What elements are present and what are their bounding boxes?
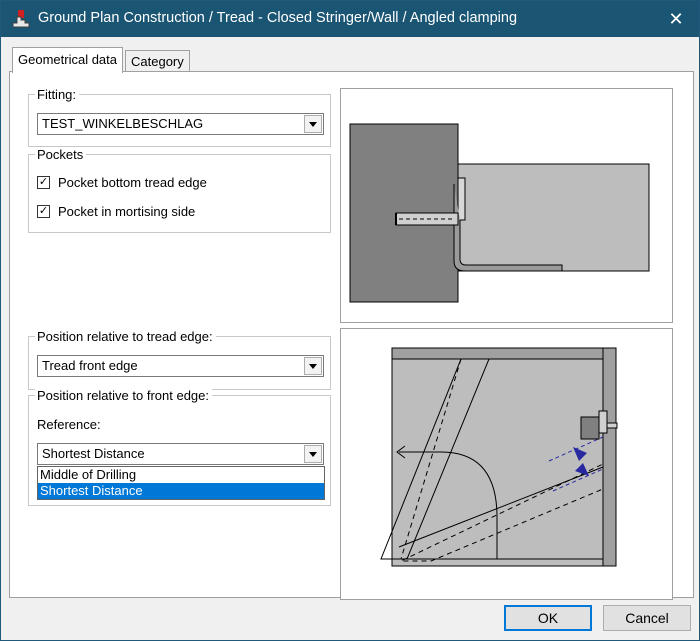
dialog-window: Ground Plan Construction / Tread - Close…: [0, 0, 700, 641]
tread-edge-value: Tread front edge: [42, 358, 138, 373]
tread-edge-dropdown-button[interactable]: [304, 357, 322, 375]
pockets-group-label: Pockets: [35, 147, 87, 162]
stair-app-icon: [11, 9, 31, 29]
window-title: Ground Plan Construction / Tread - Close…: [38, 10, 518, 26]
tread-section-drawing: [349, 123, 650, 303]
reference-dropdown-button[interactable]: [304, 445, 322, 463]
cancel-button[interactable]: Cancel: [603, 605, 691, 631]
plan-view-preview: [340, 328, 673, 600]
chevron-down-icon: [309, 121, 317, 127]
fitting-group-label: Fitting:: [35, 87, 80, 102]
title-bar: Ground Plan Construction / Tread - Close…: [1, 1, 699, 37]
checkmark-icon: ✓: [38, 176, 49, 188]
tread-section-preview: [340, 88, 673, 323]
reference-select[interactable]: Shortest Distance: [37, 443, 324, 465]
pocket-bottom-label: Pocket bottom tread edge: [58, 175, 207, 190]
tread-edge-select[interactable]: Tread front edge: [37, 355, 324, 377]
position-tread-edge-label: Position relative to tread edge:: [35, 329, 216, 344]
pocket-mortising-checkbox[interactable]: ✓: [37, 205, 50, 218]
position-front-edge-label: Position relative to front edge:: [35, 388, 212, 403]
pockets-group: [28, 154, 331, 233]
fitting-select[interactable]: TEST_WINKELBESCHLAG: [37, 113, 324, 135]
fitting-dropdown-button[interactable]: [304, 115, 322, 133]
checkmark-icon: ✓: [38, 205, 49, 217]
pocket-mortising-label: Pocket in mortising side: [58, 204, 196, 219]
reference-label: Reference:: [37, 417, 101, 432]
close-button[interactable]: ✕: [653, 1, 699, 37]
fitting-value: TEST_WINKELBESCHLAG: [42, 116, 204, 131]
ok-button[interactable]: OK: [504, 605, 592, 631]
chevron-down-icon: [309, 451, 317, 457]
plan-view-drawing: [380, 347, 618, 567]
dialog-content: Geometrical data Category Fitting: TEST_…: [1, 37, 699, 640]
reference-dropdown-list: Middle of Drilling Shortest Distance: [37, 466, 325, 500]
dropdown-option-middle-of-drilling[interactable]: Middle of Drilling: [38, 467, 324, 483]
close-icon: ✕: [668, 8, 684, 29]
reference-value: Shortest Distance: [42, 446, 145, 461]
dropdown-option-shortest-distance[interactable]: Shortest Distance: [38, 483, 324, 499]
tab-geometrical-data[interactable]: Geometrical data: [12, 47, 123, 73]
chevron-down-icon: [309, 363, 317, 369]
pocket-bottom-checkbox[interactable]: ✓: [37, 176, 50, 189]
tab-category[interactable]: Category: [125, 50, 190, 72]
